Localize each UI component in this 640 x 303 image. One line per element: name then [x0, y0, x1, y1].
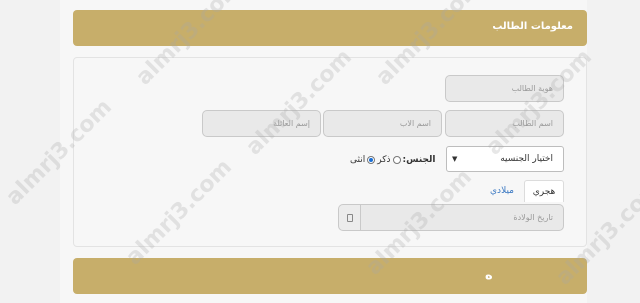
- calendar-button[interactable]: [338, 204, 360, 231]
- gender-label: الجنس:: [402, 155, 436, 165]
- calendar-icon: [346, 213, 353, 222]
- male-radio[interactable]: [392, 156, 401, 164]
- father-name-field[interactable]: اسم الاب: [323, 110, 442, 137]
- next-section-header: ه: [73, 258, 587, 294]
- date-of-birth-field[interactable]: تاريخ الولادة: [360, 204, 564, 231]
- student-info-title: معلومات الطالب: [492, 21, 573, 32]
- nationality-select-value: اختيار الجنسيه: [500, 154, 553, 164]
- family-name-field[interactable]: إسم العائلة: [202, 110, 321, 137]
- female-radio[interactable]: [367, 156, 376, 164]
- student-id-field[interactable]: هوية الطالب: [445, 75, 564, 102]
- student-info-header: معلومات الطالب: [73, 10, 587, 46]
- female-label: انثى: [350, 155, 366, 165]
- gender-radio-group: الجنس: ذكر انثى: [350, 153, 435, 167]
- student-name-field[interactable]: اسم الطالب: [445, 110, 564, 137]
- tab-hijri[interactable]: هجري: [524, 180, 564, 202]
- next-section-title: ه: [485, 268, 493, 283]
- chevron-down-icon: ▼: [452, 155, 458, 163]
- male-label: ذكر: [377, 155, 391, 165]
- tab-gregorian[interactable]: ميلادي: [482, 180, 522, 202]
- nationality-select[interactable]: اختيار الجنسيه ▼: [446, 146, 564, 172]
